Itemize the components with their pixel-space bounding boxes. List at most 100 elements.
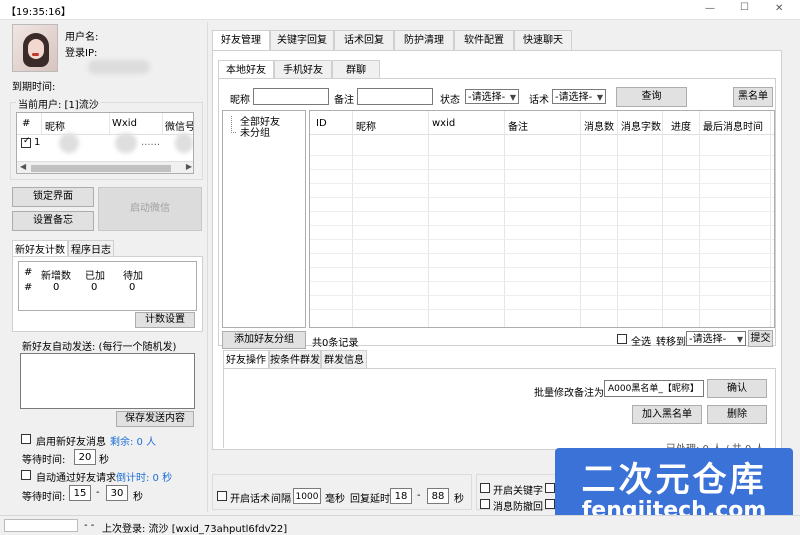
wait-dash: - [96,487,100,498]
tab-protect-clean[interactable]: 防护清理 [394,30,454,50]
anti-recall-label: 消息防撤回 [493,502,543,513]
blurred-ip [88,60,150,74]
interval-label: 间隔 [271,494,291,505]
tab-group-chat[interactable]: 群聊 [332,60,380,80]
start-wechat-button[interactable]: 启动微信 [98,187,202,231]
countdown-label: 倒计时: 0 秒 [116,473,173,484]
blacklist-button[interactable]: 黑名单 [733,87,773,107]
status-progress [4,519,78,532]
count-table: # 新增数 已加 待加 # 0 0 0 [18,261,197,311]
close-button[interactable]: ✕ [775,3,783,14]
left-pane-divider [207,22,208,512]
tab-script-reply[interactable]: 话术回复 [334,30,394,50]
ms-label: 毫秒 [325,494,345,505]
col-nick: 昵称 [356,122,376,133]
interval-input[interactable]: 1000 [293,488,321,504]
count-new-value: 0 [53,282,60,293]
current-user-label: 当前用户: [1]流沙 [16,96,101,111]
col-msg-chars: 消息字数 [621,122,661,133]
col-remark: 备注 [508,122,528,133]
status-select-value: -请选择- [468,92,506,103]
user-table-hscroll[interactable]: ◀ ▶ [17,161,193,173]
nickname-input[interactable] [253,88,329,105]
tree-line-icon [231,116,236,133]
keyword-checkbox[interactable] [480,483,490,493]
move-to-value: -请选择- [689,334,727,345]
auto-accept-checkbox[interactable] [21,470,31,480]
col-wechat-id: 微信号 [165,122,194,133]
move-to-select[interactable]: -请选择- ▼ [686,331,746,346]
enable-script-label: 开启话术 [230,494,270,505]
add-friend-group-button[interactable]: 添加好友分组 [222,331,306,349]
user-row-checkbox[interactable]: ✓ [21,136,31,148]
chevron-down-icon: ▼ [509,93,516,102]
submit-button[interactable]: 提交 [748,330,773,347]
remark-label: 备注 [334,95,354,106]
enable-script-checkbox[interactable] [217,491,227,501]
col-progress: 进度 [671,122,691,133]
keyword-label: 开启关键字 [493,486,543,497]
delay-from-input[interactable]: 18 [390,488,412,504]
batch-remark-label: 批量修改备注为 [534,388,604,399]
delay-to-input[interactable]: 88 [427,488,449,504]
query-button[interactable]: 查询 [616,87,687,107]
wait-time2-unit: 秒 [133,492,143,503]
user-row-index: 1 [34,137,41,148]
save-send-content-button[interactable]: 保存发送内容 [116,411,194,427]
wait-time-input[interactable]: 20 [74,449,96,465]
count-col-new: 新增数 [41,271,71,282]
tab-friend-manage[interactable]: 好友管理 [212,30,270,52]
blurred-wechat-id [175,133,193,153]
chevron-down-icon: ▼ [596,93,603,102]
status-select[interactable]: -请选择- ▼ [465,89,519,104]
set-remark-button[interactable]: 设置备忘 [12,211,94,231]
extra-checkbox-2[interactable] [545,499,555,509]
count-col-hash: # [24,267,33,278]
move-to-label: 转移到 [656,337,686,348]
wxid-dots: ...... [141,137,161,148]
wait-from-input[interactable]: 15 [69,485,91,501]
confirm-button[interactable]: 确认 [707,379,767,398]
anti-recall-checkbox[interactable] [480,499,490,509]
tab-keyword-reply[interactable]: 关键字回复 [270,30,334,50]
login-ip-label: 登录IP: [65,48,98,59]
friend-table[interactable]: ID 昵称 wxid 备注 消息数 消息字数 进度 最后消息时间 [309,110,775,328]
wait-to-input[interactable]: 30 [106,485,128,501]
script-label: 话术 [529,95,549,106]
tab-software-config[interactable]: 软件配置 [454,30,514,50]
delay-dash: - [417,490,421,501]
tree-ungrouped[interactable]: 未分组 [240,124,270,139]
wait-time-unit: 秒 [99,455,109,466]
col-msg-count: 消息数 [584,122,614,133]
col-hash: # [22,118,31,129]
enable-new-friend-checkbox[interactable] [21,434,31,444]
remark-input[interactable] [357,88,433,105]
expire-label: 到期时间: [12,82,56,93]
script-select[interactable]: -请选择- ▼ [552,89,606,104]
add-blacklist-button[interactable]: 加入黑名单 [632,405,702,424]
lock-screen-button[interactable]: 锁定界面 [12,187,94,207]
minimize-button[interactable]: — [705,3,715,14]
group-tree[interactable]: 全部好友 未分组 [222,110,306,328]
batch-remark-input[interactable]: A000黑名单_【昵称】 [604,380,704,397]
auto-send-textarea[interactable] [20,353,195,409]
count-settings-button[interactable]: 计数设置 [135,312,195,328]
auto-send-label: 新好友自动发送: (每行一个随机发) [22,342,177,353]
extra-checkbox-1[interactable] [545,483,555,493]
user-table[interactable]: # 昵称 Wxid 微信号 ✓ 1 ...... ◀ ▶ [16,112,194,174]
record-count: 共0条记录 [312,338,359,349]
delete-button[interactable]: 删除 [707,405,767,424]
status-label: 状态 [440,95,460,106]
wait-time-label: 等待时间: [22,455,66,466]
maximize-button[interactable]: ☐ [740,2,749,13]
tab-mass-message[interactable]: 群发信息 [321,350,367,370]
status-bar: - - 上次登录: 流沙 [wxid_73ahputl6fdv22] - [0,515,800,535]
last-login: 上次登录: 流沙 [wxid_73ahputl6fdv22] [102,524,288,535]
select-all-checkbox[interactable] [617,334,627,344]
tab-phone-friends[interactable]: 手机好友 [274,60,332,80]
col-wxid2: wxid [432,118,456,129]
count-col-pending: 待加 [123,271,143,282]
tab-conditional-mass[interactable]: 按条件群发 [269,350,321,370]
tab-quick-chat[interactable]: 快速聊天 [514,30,572,50]
status-tail: - [270,520,274,531]
